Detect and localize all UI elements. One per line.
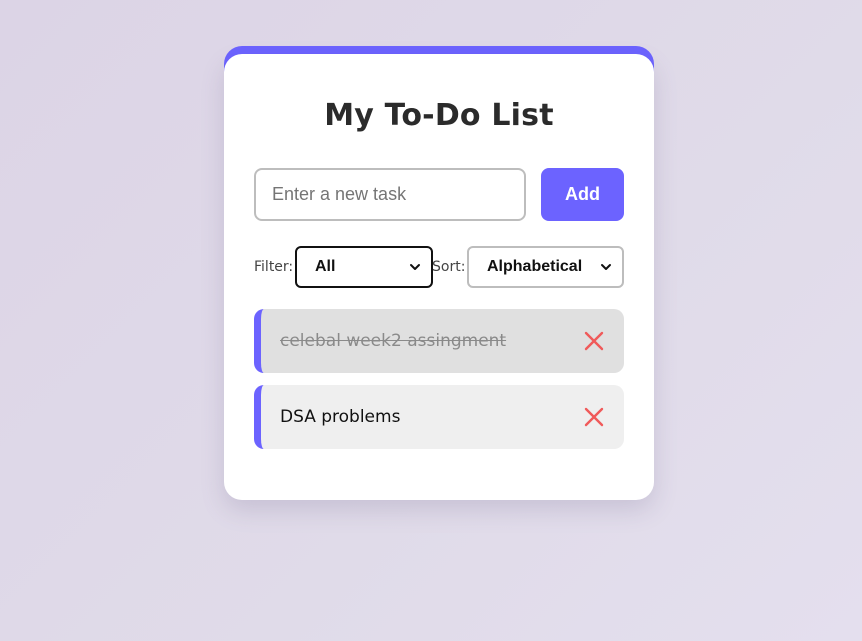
close-icon [584,407,604,427]
chevron-down-icon [410,264,420,270]
task-text[interactable]: celebal week2 assingment [280,331,582,351]
page-title: My To-Do List [324,98,554,133]
delete-task-button[interactable] [582,329,606,353]
filter-select[interactable]: All [295,246,433,288]
close-icon [584,331,604,351]
sort-label: Sort: [432,259,466,275]
filter-label: Filter: [254,259,294,275]
task-text[interactable]: DSA problems [280,407,582,427]
delete-task-button[interactable] [582,405,606,429]
todo-card: My To-Do List Add Filter: All Sort: Alph… [224,54,654,500]
add-task-button[interactable]: Add [541,168,624,221]
task-item[interactable]: DSA problems [254,385,624,449]
sort-select[interactable]: Alphabetical [467,246,624,288]
sort-selected-value: Alphabetical [487,258,583,275]
new-task-input[interactable] [254,168,526,221]
filter-selected-value: All [315,258,336,275]
chevron-down-icon [601,264,611,270]
task-item[interactable]: celebal week2 assingment [254,309,624,373]
